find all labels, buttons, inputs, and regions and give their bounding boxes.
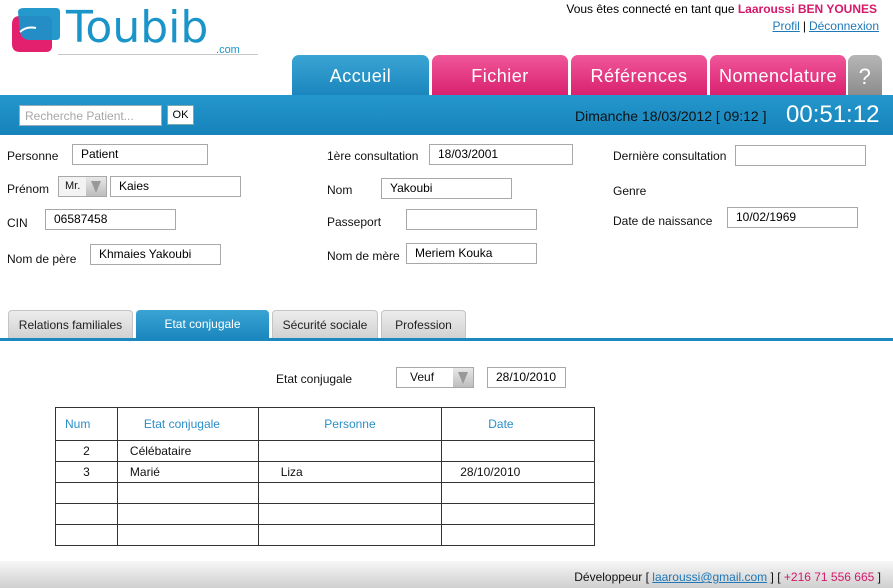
current-date: Dimanche 18/03/2012 [ 09:12 ] <box>575 108 767 124</box>
derniere-consultation-label: Dernière consultation <box>613 149 727 163</box>
table-header-row: Num Etat conjugale Personne Date <box>55 407 595 441</box>
nom-pere-label: Nom de père <box>7 252 77 266</box>
table-row[interactable]: 3 Marié Liza 28/10/2010 <box>55 461 595 483</box>
tab-etat-conjugale[interactable]: Etat conjugale <box>136 310 269 339</box>
etat-date-field[interactable]: 28/10/2010 <box>487 367 566 388</box>
table-row[interactable] <box>55 503 595 525</box>
chevron-down-icon <box>86 177 106 196</box>
subtab-divider <box>0 338 893 341</box>
tab-profession[interactable]: Profession <box>381 310 466 339</box>
derniere-consultation-field[interactable] <box>735 145 866 166</box>
developer-credit: Développeur [ laaroussi@gmail.com ] [ +2… <box>574 570 881 584</box>
etat-conjugale-select[interactable]: Veuf <box>396 367 474 388</box>
developer-phone: +216 71 556 665 <box>783 570 875 584</box>
personne-label: Personne <box>7 149 59 163</box>
col-date: Date <box>441 407 595 441</box>
personne-field[interactable]: Patient <box>72 144 208 165</box>
nom-pere-field[interactable]: Khmaies Yakoubi <box>90 244 221 265</box>
logo-mark-icon <box>12 8 60 52</box>
tab-relations-familiales[interactable]: Relations familiales <box>8 310 133 339</box>
genre-label: Genre <box>613 184 647 198</box>
date-naissance-field[interactable]: 10/02/1969 <box>727 207 858 228</box>
prenom-label: Prénom <box>7 182 50 196</box>
cin-field[interactable]: 06587458 <box>45 209 176 230</box>
col-etat: Etat conjugale <box>116 407 259 441</box>
account-links: Profil | Déconnexion <box>772 19 879 33</box>
cin-label: CIN <box>7 216 28 230</box>
prenom-field[interactable]: Kaies <box>110 176 241 197</box>
nom-mere-field[interactable]: Meriem Kouka <box>406 243 537 264</box>
premiere-consultation-label: 1ère consultation <box>327 149 419 163</box>
tab-references[interactable]: Références <box>571 55 707 95</box>
clock: 00:51:12 <box>786 101 880 128</box>
toubib-logo: Toubib .com <box>6 2 266 56</box>
tab-nomenclature[interactable]: Nomenclature <box>710 55 846 95</box>
user-name: Laaroussi BEN YOUNES <box>737 2 877 16</box>
table-row[interactable] <box>55 482 595 504</box>
chevron-down-icon <box>453 368 473 387</box>
passeport-field[interactable] <box>406 209 537 230</box>
help-icon[interactable]: ? <box>848 55 882 95</box>
connected-as-text: Vous êtes connecté en tant que Laaroussi… <box>566 2 877 16</box>
col-num: Num <box>55 407 118 441</box>
developer-email-link[interactable]: laaroussi@gmail.com <box>652 570 767 584</box>
logout-link[interactable]: Déconnexion <box>809 19 879 33</box>
passeport-label: Passeport <box>327 215 382 229</box>
logo-underline <box>58 54 258 55</box>
etat-conjugale-table: Num Etat conjugale Personne Date 2 Céléb… <box>55 407 595 546</box>
tab-fichier[interactable]: Fichier <box>432 55 568 95</box>
col-personne: Personne <box>257 407 443 441</box>
nom-label: Nom <box>327 183 353 197</box>
profile-link[interactable]: Profil <box>772 19 799 33</box>
table-row[interactable]: 2 Célébataire <box>55 440 595 462</box>
footer: Développeur [ laaroussi@gmail.com ] [ +2… <box>0 561 893 588</box>
tab-accueil[interactable]: Accueil <box>292 55 429 95</box>
date-naissance-label: Date de naissance <box>613 214 713 228</box>
search-ok-button[interactable]: OK <box>167 105 194 125</box>
premiere-consultation-field[interactable]: 18/03/2001 <box>429 144 573 165</box>
toolbar: OK Dimanche 18/03/2012 [ 09:12 ] 00:51:1… <box>0 95 893 135</box>
tab-securite-sociale[interactable]: Sécurité sociale <box>272 310 378 339</box>
etat-conjugale-label: Etat conjugale <box>276 372 353 386</box>
nom-mere-label: Nom de mère <box>327 249 400 263</box>
civilite-select[interactable]: Mr. <box>58 176 107 197</box>
patient-search-input[interactable] <box>19 105 162 126</box>
nom-field[interactable]: Yakoubi <box>381 178 512 199</box>
table-row[interactable] <box>55 524 595 546</box>
logo-word: Toubib <box>66 2 209 53</box>
